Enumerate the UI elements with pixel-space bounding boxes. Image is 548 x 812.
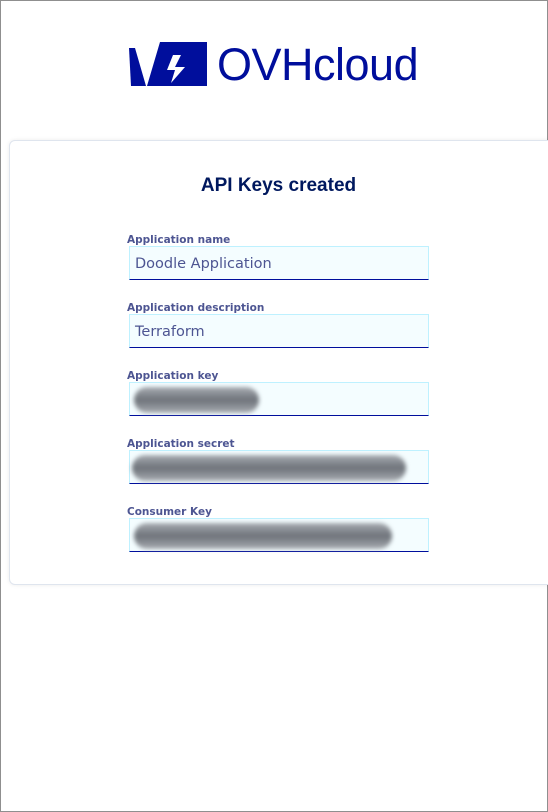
redacted-value: [134, 523, 392, 549]
brand-wordmark: OVHcloud: [217, 38, 419, 90]
application-secret-label: Application secret: [127, 438, 235, 450]
consumer-key-field[interactable]: [129, 518, 429, 552]
application-key-field[interactable]: [129, 382, 429, 416]
ovhcloud-logo-icon: [129, 42, 207, 86]
application-name-field[interactable]: Doodle Application: [129, 246, 429, 280]
redacted-value: [132, 455, 406, 481]
card-title: API Keys created: [200, 175, 357, 196]
ovhcloud-logo: OVHcloud: [129, 38, 419, 90]
consumer-key-label: Consumer Key: [127, 506, 212, 518]
application-key-label: Application key: [127, 370, 219, 382]
application-secret-field[interactable]: [129, 450, 429, 484]
api-keys-card: API Keys created Application name Doodle…: [9, 140, 548, 585]
redacted-value: [134, 387, 259, 413]
application-name-label: Application name: [127, 234, 231, 246]
application-description-field[interactable]: Terraform: [129, 314, 429, 348]
application-description-label: Application description: [127, 302, 265, 314]
